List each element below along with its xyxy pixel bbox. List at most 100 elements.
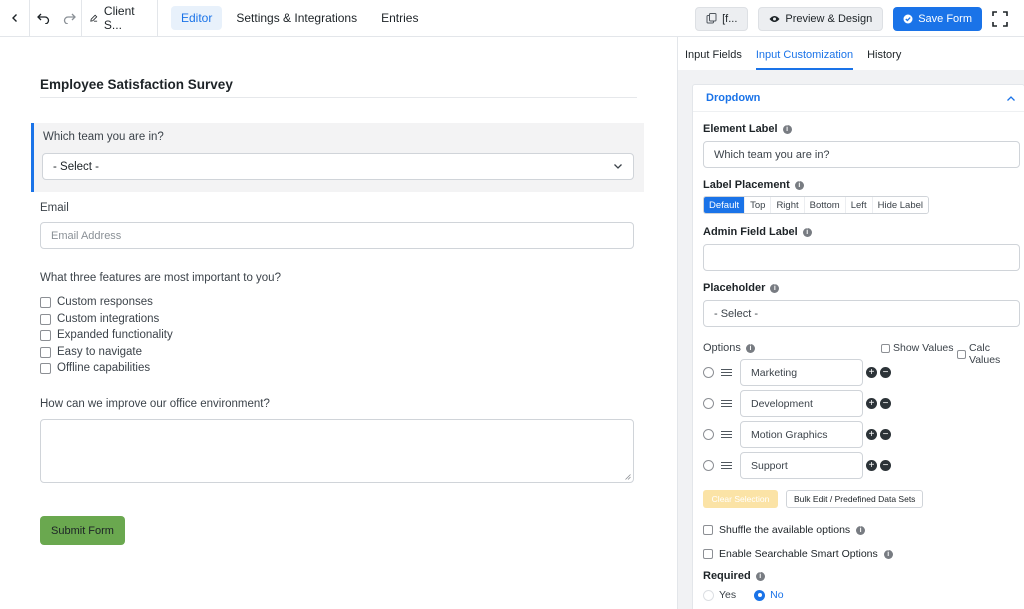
options-label-text: Options — [703, 342, 741, 354]
fullscreen-button[interactable] — [986, 7, 1014, 31]
option-row: Motion Graphics + − — [703, 421, 891, 448]
clear-selection-button[interactable]: Clear Selection — [703, 490, 778, 508]
placeholder-label-text: Placeholder — [703, 282, 766, 294]
default-radio[interactable] — [703, 460, 714, 471]
checkbox[interactable] — [40, 296, 51, 308]
checkbox[interactable] — [881, 343, 890, 353]
placement-right[interactable]: Right — [771, 197, 805, 213]
required-no-radio[interactable] — [754, 589, 766, 601]
tab-input-customization[interactable]: Input Customization — [755, 49, 854, 70]
bulk-edit-button[interactable]: Bulk Edit / Predefined Data Sets — [786, 490, 924, 508]
info-icon[interactable]: i — [745, 343, 755, 353]
checkbox[interactable] — [703, 549, 713, 559]
info-icon[interactable]: i — [802, 227, 812, 237]
element-label-input[interactable]: Which team you are in? — [703, 141, 1020, 168]
add-option-icon[interactable]: + — [866, 367, 877, 378]
drag-handle-icon[interactable] — [721, 368, 732, 377]
tab-settings-integrations[interactable]: Settings & Integrations — [226, 6, 367, 30]
show-values-toggle[interactable]: Show Values — [881, 342, 954, 354]
feature-option[interactable]: Offline capabilities — [40, 362, 150, 374]
undo-button[interactable] — [30, 0, 57, 37]
submit-form-button[interactable]: Submit Form — [40, 516, 125, 545]
remove-option-icon[interactable]: − — [880, 429, 891, 440]
placeholder-heading: Placeholder i — [703, 282, 780, 294]
panel-tabs: Input Fields Input Customization History — [678, 37, 1024, 70]
info-icon[interactable]: i — [883, 549, 893, 559]
calc-values-toggle[interactable]: Calc Values — [957, 342, 1024, 366]
drag-handle-icon[interactable] — [721, 461, 732, 470]
email-label: Email — [40, 202, 69, 214]
add-option-icon[interactable]: + — [866, 460, 877, 471]
preview-label: Preview & Design — [785, 12, 873, 25]
option-value: Marketing — [751, 366, 798, 379]
team-select-value: - Select - — [53, 160, 100, 173]
form-name-text: Client S... — [103, 4, 135, 32]
preview-design-button[interactable]: Preview & Design — [758, 6, 884, 31]
option-input[interactable]: Marketing — [740, 359, 863, 386]
feature-option[interactable]: Custom integrations — [40, 313, 159, 325]
feature-option-label: Offline capabilities — [57, 362, 151, 374]
placeholder-input[interactable]: - Select - — [703, 300, 1020, 327]
tab-editor[interactable]: Editor — [171, 6, 223, 30]
save-form-button[interactable]: Save Form — [893, 6, 982, 31]
checkbox[interactable] — [703, 525, 713, 535]
option-row: Marketing + − — [703, 359, 891, 386]
info-icon[interactable]: i — [856, 525, 866, 535]
form-name[interactable]: Client S... — [82, 0, 158, 37]
feature-option[interactable]: Custom responses — [40, 296, 153, 308]
feature-option[interactable]: Expanded functionality — [40, 329, 173, 341]
admin-label-input[interactable] — [703, 244, 1020, 271]
option-value: Motion Graphics — [751, 428, 828, 441]
checkbox[interactable] — [40, 362, 51, 374]
option-value: Support — [751, 459, 788, 472]
placement-top[interactable]: Top — [745, 197, 772, 213]
add-option-icon[interactable]: + — [866, 398, 877, 409]
office-textarea[interactable] — [40, 419, 634, 483]
option-input[interactable]: Motion Graphics — [740, 421, 863, 448]
shuffle-option[interactable]: Shuffle the available options i — [703, 524, 866, 536]
default-radio[interactable] — [703, 429, 714, 440]
back-button[interactable] — [0, 0, 30, 37]
checkbox[interactable] — [40, 329, 51, 341]
drag-handle-icon[interactable] — [721, 399, 732, 408]
searchable-option[interactable]: Enable Searchable Smart Options i — [703, 548, 893, 560]
tab-entries[interactable]: Entries — [371, 6, 428, 30]
checkbox[interactable] — [40, 346, 51, 358]
resize-handle-icon[interactable] — [625, 474, 631, 480]
placement-hide-label[interactable]: Hide Label — [872, 197, 929, 213]
email-field[interactable]: Email Address — [40, 222, 634, 249]
info-icon[interactable]: i — [755, 571, 765, 581]
placement-bottom[interactable]: Bottom — [804, 197, 846, 213]
remove-option-icon[interactable]: − — [880, 460, 891, 471]
chevron-left-icon — [11, 14, 17, 22]
placement-left[interactable]: Left — [845, 197, 873, 213]
checkbox[interactable] — [40, 313, 51, 325]
option-input[interactable]: Support — [740, 452, 863, 479]
shortcode-button[interactable]: [f... — [695, 6, 749, 31]
option-input[interactable]: Development — [740, 390, 863, 417]
remove-option-icon[interactable]: − — [880, 367, 891, 378]
info-icon[interactable]: i — [794, 180, 804, 190]
checkbox[interactable] — [957, 349, 966, 359]
info-icon[interactable]: i — [782, 124, 792, 134]
searchable-label: Enable Searchable Smart Options — [719, 548, 878, 560]
dropdown-section-header[interactable]: Dropdown — [693, 85, 1024, 112]
default-radio[interactable] — [703, 367, 714, 378]
feature-option-label: Expanded functionality — [57, 329, 173, 341]
default-radio[interactable] — [703, 398, 714, 409]
form-title: Employee Satisfaction Survey — [40, 77, 233, 92]
redo-button[interactable] — [57, 0, 82, 37]
required-yes-label: Yes — [719, 589, 737, 601]
drag-handle-icon[interactable] — [721, 430, 732, 439]
label-placement-heading: Label Placement i — [703, 179, 804, 191]
team-select[interactable]: - Select - — [42, 153, 634, 180]
placement-default[interactable]: Default — [704, 197, 746, 213]
copy-icon — [706, 13, 717, 24]
feature-option[interactable]: Easy to navigate — [40, 346, 142, 358]
remove-option-icon[interactable]: − — [880, 398, 891, 409]
info-icon[interactable]: i — [770, 283, 780, 293]
tab-input-fields[interactable]: Input Fields — [685, 49, 742, 70]
required-yes-radio[interactable] — [703, 589, 714, 601]
add-option-icon[interactable]: + — [866, 429, 877, 440]
tab-history[interactable]: History — [867, 49, 901, 70]
